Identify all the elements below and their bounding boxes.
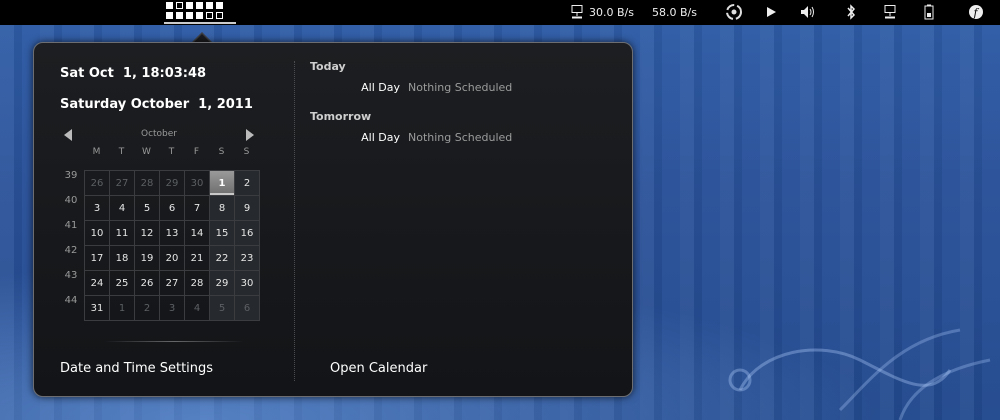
calendar-day[interactable]: 3 (85, 196, 110, 221)
top-panel: 30.0 B/s 58.0 B/s f (0, 0, 1000, 25)
calendar-day[interactable]: 6 (235, 296, 260, 321)
next-month-button[interactable] (246, 129, 254, 141)
calendar-popup: Sat Oct 1, 18:03:48 Saturday October 1, … (33, 42, 633, 397)
calendar-day[interactable]: 10 (85, 221, 110, 246)
calendar-day[interactable]: 20 (160, 246, 185, 271)
calendar-day[interactable]: 4 (110, 196, 135, 221)
calendar-day[interactable]: 16 (235, 221, 260, 246)
network-icon (571, 5, 583, 19)
battery-icon[interactable] (918, 3, 940, 21)
week-number: 42 (64, 245, 78, 256)
calendar-day[interactable]: 26 (85, 171, 110, 196)
calendar-day[interactable]: 31 (85, 296, 110, 321)
week-number: 44 (64, 295, 78, 306)
calendar-day[interactable]: 21 (185, 246, 210, 271)
volume-icon[interactable] (797, 3, 819, 21)
calendar-day[interactable]: 5 (135, 196, 160, 221)
calendar-month-label: October (140, 129, 178, 139)
calendar-day[interactable]: 9 (235, 196, 260, 221)
today-section-title: Today (310, 60, 346, 73)
fedora-icon[interactable]: f (965, 3, 987, 21)
calendar-day[interactable]: 6 (160, 196, 185, 221)
calendar-day[interactable]: 19 (135, 246, 160, 271)
weekday-label: W (142, 147, 151, 157)
week-number: 39 (64, 170, 78, 181)
calendar-day[interactable]: 3 (160, 296, 185, 321)
bluetooth-icon[interactable] (840, 3, 862, 21)
calendar-grid: 26 27 28 29 30 1 2 3 4 5 6 7 8 9 10 11 12 13 14 15 16 17 18 19 2… (84, 170, 260, 321)
weekday-label: M (92, 147, 101, 157)
weekday-label: S (243, 147, 250, 157)
vertical-separator (294, 61, 295, 381)
weekday-label: T (118, 147, 125, 157)
calendar-day[interactable]: 12 (135, 221, 160, 246)
calendar-day[interactable]: 24 (85, 271, 110, 296)
calendar-day[interactable]: 30 (235, 271, 260, 296)
wallpaper-swirl-decoration (728, 328, 991, 420)
event-time: All Day (361, 131, 400, 144)
weekday-label: S (218, 147, 225, 157)
week-number: 41 (64, 220, 78, 231)
network-speed-monitor[interactable]: 30.0 B/s 58.0 B/s (571, 5, 697, 19)
calendar-day[interactable]: 27 (160, 271, 185, 296)
calendar-day[interactable]: 4 (185, 296, 210, 321)
weekday-label: T (168, 147, 175, 157)
event-description: Nothing Scheduled (408, 81, 513, 94)
swirl-app-icon[interactable] (723, 3, 745, 21)
previous-month-button[interactable] (64, 129, 72, 141)
calendar-day[interactable]: 22 (210, 246, 235, 271)
week-number: 40 (64, 195, 78, 206)
calendar-day[interactable]: 28 (135, 171, 160, 196)
upload-speed: 58.0 B/s (651, 5, 697, 19)
calendar-day-today[interactable]: 1 (210, 171, 235, 196)
calendar-day[interactable]: 13 (160, 221, 185, 246)
calendar-day[interactable]: 2 (135, 296, 160, 321)
weekday-header: M T W T F S S (84, 147, 259, 157)
workspace-switcher[interactable] (166, 2, 225, 21)
calendar-day[interactable]: 15 (210, 221, 235, 246)
calendar-day[interactable]: 29 (210, 271, 235, 296)
current-datetime: Sat Oct 1, 18:03:48 (60, 66, 207, 81)
current-date-long: Saturday October 1, 2011 (60, 97, 253, 112)
calendar-day[interactable]: 29 (160, 171, 185, 196)
calendar-day[interactable]: 5 (210, 296, 235, 321)
divider (104, 341, 244, 342)
calendar-day[interactable]: 7 (185, 196, 210, 221)
date-time-settings-link[interactable]: Date and Time Settings (60, 361, 213, 376)
calendar-day[interactable]: 30 (185, 171, 210, 196)
play-icon[interactable] (760, 3, 782, 21)
calendar-day[interactable]: 14 (185, 221, 210, 246)
calendar-day[interactable]: 8 (210, 196, 235, 221)
calendar-day[interactable]: 23 (235, 246, 260, 271)
calendar-day[interactable]: 26 (135, 271, 160, 296)
calendar-day[interactable]: 1 (110, 296, 135, 321)
open-calendar-link[interactable]: Open Calendar (330, 361, 427, 376)
calendar-day[interactable]: 28 (185, 271, 210, 296)
week-numbers: 39 40 41 42 43 44 (58, 170, 84, 320)
event-description: Nothing Scheduled (408, 131, 513, 144)
calendar-day[interactable]: 18 (110, 246, 135, 271)
weekday-label: F (193, 147, 200, 157)
calendar-day[interactable]: 11 (110, 221, 135, 246)
download-speed: 30.0 B/s (589, 5, 634, 19)
calendar-day[interactable]: 25 (110, 271, 135, 296)
network-connection-icon[interactable] (879, 3, 901, 21)
calendar-day[interactable]: 17 (85, 246, 110, 271)
calendar-day[interactable]: 27 (110, 171, 135, 196)
clock-active-indicator (164, 22, 236, 24)
event-time: All Day (361, 81, 400, 94)
calendar-day[interactable]: 2 (235, 171, 260, 196)
week-number: 43 (64, 270, 78, 281)
tomorrow-section-title: Tomorrow (310, 110, 372, 123)
